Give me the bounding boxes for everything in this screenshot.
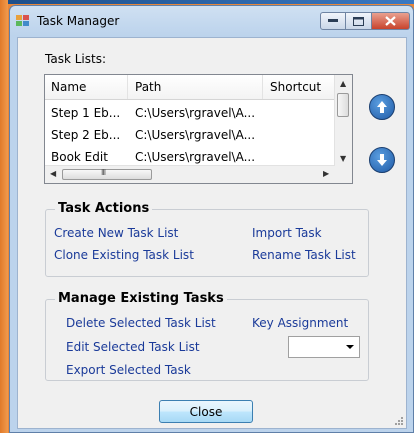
scroll-left-arrow-icon[interactable]: ◀ — [50, 170, 56, 178]
title-bar[interactable]: Task Manager — [10, 6, 413, 36]
minimize-button[interactable] — [320, 12, 346, 30]
listview-header: Name Path Shortcut — [45, 75, 335, 100]
row-path: C:\Users\rgravel\A... — [135, 128, 256, 142]
export-selected-task-link[interactable]: Export Selected Task — [66, 363, 191, 377]
row-name: Step 2 Eb... — [51, 128, 121, 142]
task-manager-app-icon — [16, 15, 30, 27]
create-new-task-list-link[interactable]: Create New Task List — [54, 226, 178, 240]
move-up-button[interactable] — [369, 94, 395, 120]
vertical-scroll-thumb[interactable] — [337, 93, 349, 117]
row-path: C:\Users\rgravel\A... — [135, 150, 256, 164]
scroll-grip-glyph: III — [101, 168, 106, 177]
scroll-up-arrow-icon[interactable]: ▲ — [340, 80, 346, 88]
manage-existing-tasks-title: Manage Existing Tasks — [55, 291, 227, 306]
resize-grip-icon[interactable] — [394, 416, 404, 426]
clone-existing-task-list-link[interactable]: Clone Existing Task List — [54, 248, 194, 262]
arrow-down-icon — [377, 154, 387, 166]
import-task-link[interactable]: Import Task — [252, 226, 322, 240]
move-down-button[interactable] — [369, 147, 395, 173]
table-row[interactable]: Step 2 Eb... C:\Users\rgravel\A... — [45, 124, 335, 146]
task-actions-title: Task Actions — [55, 201, 153, 216]
horizontal-scroll-thumb[interactable]: III — [62, 168, 152, 180]
scrollbar-corner — [335, 166, 352, 183]
task-actions-group — [45, 209, 369, 277]
edit-selected-task-list-link[interactable]: Edit Selected Task List — [66, 340, 200, 354]
arrow-up-icon — [377, 101, 387, 113]
rename-task-list-link[interactable]: Rename Task List — [252, 248, 356, 262]
key-assignment-dropdown[interactable] — [288, 336, 360, 358]
task-manager-window: Task Manager Task Lists: Name Path Short… — [9, 5, 414, 433]
column-header-path[interactable]: Path — [135, 80, 161, 94]
close-button-label: Close — [189, 404, 223, 419]
desktop-edge — [0, 0, 414, 4]
scroll-right-arrow-icon[interactable]: ▶ — [323, 170, 329, 178]
row-path: C:\Users\rgravel\A... — [135, 106, 256, 120]
delete-selected-task-list-link[interactable]: Delete Selected Task List — [66, 316, 216, 330]
client-area: Task Lists: Name Path Shortcut Step 1 Eb… — [17, 37, 407, 429]
maximize-icon — [353, 16, 364, 26]
column-header-name[interactable]: Name — [51, 80, 86, 94]
close-button[interactable]: Close — [159, 400, 253, 423]
row-name: Step 1 Eb... — [51, 106, 121, 120]
close-icon — [385, 16, 396, 26]
row-name: Book Edit — [51, 150, 108, 164]
minimize-icon — [328, 19, 338, 22]
key-assignment-label: Key Assignment — [252, 316, 349, 330]
task-lists-listview[interactable]: Name Path Shortcut Step 1 Eb... C:\Users… — [44, 74, 353, 184]
horizontal-scrollbar[interactable]: ◀ III ▶ — [45, 165, 335, 183]
vertical-scrollbar[interactable]: ▲ ▼ — [334, 75, 352, 166]
chevron-down-icon — [346, 345, 354, 349]
desktop-edge-left — [0, 0, 8, 433]
column-header-shortcut[interactable]: Shortcut — [270, 80, 321, 94]
window-title: Task Manager — [37, 14, 120, 28]
close-window-button[interactable] — [372, 12, 410, 30]
table-row[interactable]: Step 1 Eb... C:\Users\rgravel\A... — [45, 102, 335, 124]
scroll-down-arrow-icon[interactable]: ▼ — [340, 155, 346, 163]
maximize-button[interactable] — [346, 12, 372, 30]
task-lists-label: Task Lists: — [45, 52, 106, 66]
